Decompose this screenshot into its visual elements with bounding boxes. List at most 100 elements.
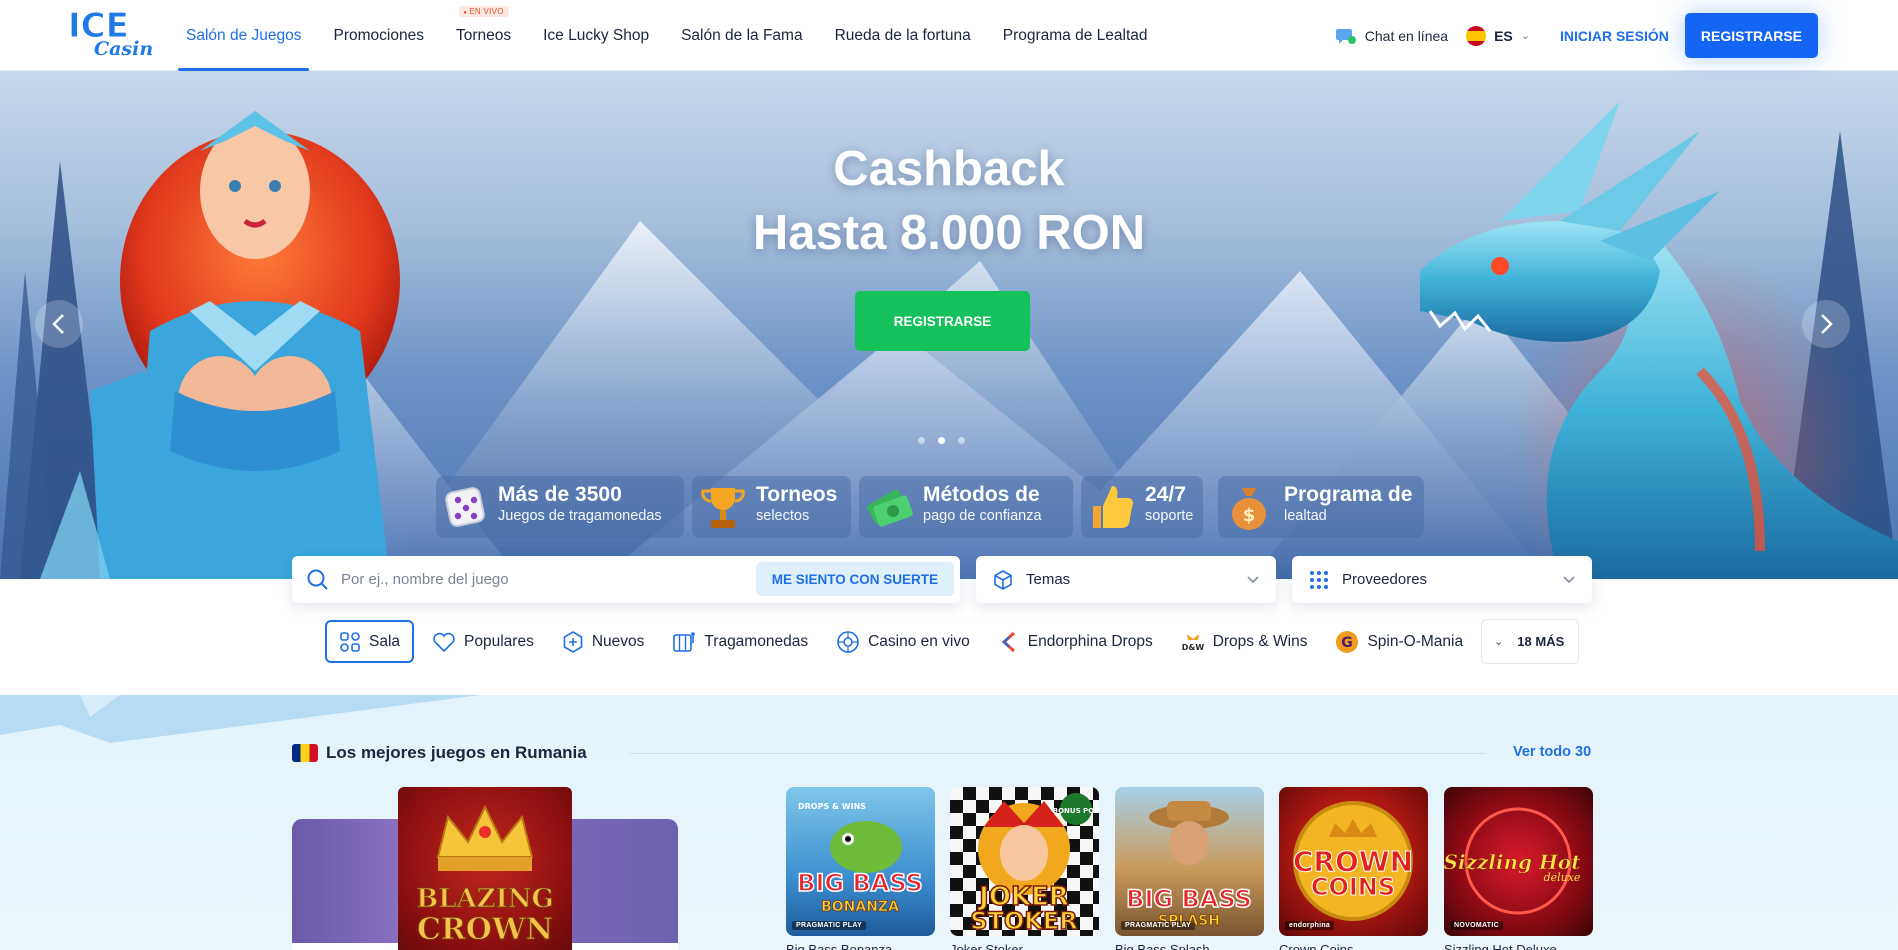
category-endorphina-drops[interactable]: Endorphina Drops: [988, 620, 1163, 663]
category-tabs: Sala Populares Nuevos Tragamonedas Casin…: [325, 619, 1587, 664]
register-button[interactable]: REGISTRARSE: [1684, 13, 1818, 58]
svg-text:BONUS POP: BONUS POP: [1053, 807, 1099, 815]
carousel-next-button[interactable]: [1802, 300, 1850, 348]
svg-text:CROWN: CROWN: [417, 912, 553, 947]
feature-tournaments: Torneos selectos: [692, 476, 851, 538]
language-code: ES: [1494, 27, 1513, 44]
thumbs-up-icon: [1093, 486, 1133, 528]
feature-subtitle: pago de confianza: [923, 508, 1042, 524]
game-card-sizzling-hot-deluxe[interactable]: Sizzling Hot deluxe NOVOMATIC: [1444, 787, 1593, 936]
nav-item-loyalty[interactable]: Programa de Lealtad: [995, 0, 1156, 71]
dice-icon: [445, 487, 485, 527]
nav-item-wheel-of-fortune[interactable]: Rueda de la fortuna: [827, 0, 979, 71]
live-badge: EN VIVO: [458, 6, 509, 17]
language-selector[interactable]: ES ⌄: [1466, 25, 1530, 46]
nav-item-promotions[interactable]: Promociones: [325, 0, 431, 71]
section-title-text: Los mejores juegos en Rumania: [326, 743, 587, 762]
svg-text:BIG BASS: BIG BASS: [797, 869, 923, 897]
logo-art: ICE Casino: [68, 6, 167, 61]
hero-title-line1: Cashback: [833, 142, 1065, 196]
category-popular[interactable]: Populares: [422, 620, 544, 663]
category-slots[interactable]: Tragamonedas: [662, 620, 818, 663]
svg-text:$: $: [1243, 505, 1256, 526]
decorative-ice-shape: [0, 695, 480, 743]
chevron-down-icon: ⌄: [1520, 30, 1530, 42]
carousel-prev-button[interactable]: [35, 300, 83, 348]
chevron-down-icon: [1563, 575, 1575, 583]
hero-register-button[interactable]: REGISTRARSE: [855, 291, 1030, 351]
joker-stoker-art: BONUS POP JOKER STOKER: [969, 793, 1099, 936]
category-live-casino[interactable]: Casino en vivo: [826, 620, 980, 663]
heart-icon: [433, 632, 455, 652]
feature-title: Métodos de: [923, 483, 1040, 506]
feeling-lucky-button[interactable]: ME SIENTO CON SUERTE: [755, 562, 954, 596]
trophy-icon: [701, 488, 745, 528]
category-hall[interactable]: Sala: [325, 620, 415, 663]
game-card-joker-stoker[interactable]: BONUS POP JOKER STOKER: [950, 787, 1099, 936]
svg-text:COINS: COINS: [1311, 873, 1395, 901]
game-name: Sizzling Hot Deluxe: [1444, 942, 1557, 950]
feature-games: Más de 3500 Juegos de tragamonedas: [436, 476, 684, 538]
svg-text:BONANZA: BONANZA: [821, 899, 899, 915]
game-card-crown-coins[interactable]: CROWN COINS endorphina: [1279, 787, 1428, 936]
nav-label: Salón de Juegos: [186, 26, 302, 44]
chevron-right-icon: [1821, 314, 1833, 334]
slot-icon: [673, 631, 696, 652]
svg-text:BLAZING: BLAZING: [416, 884, 554, 914]
chevron-down-icon: [1247, 575, 1259, 583]
carousel-dots: [918, 437, 978, 444]
game-card-big-bass-splash[interactable]: BIG BASS SPLASH PRAGMATIC PLAY: [1115, 787, 1264, 936]
section-title: Los mejores juegos en Rumania: [292, 743, 587, 763]
svg-text:BIG BASS: BIG BASS: [1126, 885, 1252, 913]
category-new[interactable]: Nuevos: [552, 620, 655, 663]
category-drops-wins[interactable]: D&W Drops & Wins: [1171, 620, 1318, 663]
chevron-left-icon: [52, 314, 64, 334]
themes-label: Temas: [1026, 571, 1071, 588]
provider-badge: PRAGMATIC PLAY: [1121, 921, 1196, 930]
sizzling-hot-deluxe-art: Sizzling Hot deluxe: [1444, 807, 1582, 915]
game-name: Crown Coins: [1279, 942, 1354, 950]
carousel-dot[interactable]: [918, 437, 925, 444]
feature-support: 24/7 soporte: [1081, 476, 1203, 538]
category-label: Tragamonedas: [704, 632, 809, 650]
ice-casino-logo[interactable]: ICE Casino: [66, 5, 167, 61]
nav-item-hall-of-fame[interactable]: Salón de la Fama: [673, 0, 811, 71]
nav-item-tournaments[interactable]: EN VIVO Torneos: [448, 0, 519, 71]
top-header: ICE Casino Salón de Juegos Promociones E…: [0, 0, 1898, 71]
crown-coins-art: CROWN COINS: [1292, 801, 1414, 921]
spin-o-mania-icon: G: [1336, 630, 1359, 653]
login-button[interactable]: INICIAR SESIÓN: [1560, 28, 1669, 44]
nav-item-game-hall[interactable]: Salón de Juegos: [178, 0, 310, 71]
live-chat-link[interactable]: Chat en línea: [1335, 26, 1448, 46]
chat-label: Chat en línea: [1364, 27, 1449, 44]
plus-icon: [563, 630, 583, 653]
game-card-big-bass-bonanza[interactable]: DROPS & WINS BIG BASS BONANZA PRAGMATIC …: [786, 787, 935, 936]
carousel-dot-active[interactable]: [938, 437, 945, 444]
feature-subtitle: soporte: [1145, 508, 1194, 524]
endorphina-icon: [1001, 631, 1015, 652]
category-label: Endorphina Drops: [1027, 632, 1153, 650]
featured-game-card[interactable]: BLAZING CROWN: [398, 787, 572, 950]
more-categories-button[interactable]: ⌄ 18 MÁS: [1481, 619, 1580, 664]
money-icon: [867, 489, 913, 527]
feature-title: 24/7: [1145, 483, 1186, 506]
game-name: Big Bass Bonanza: [786, 942, 893, 950]
see-all-link[interactable]: Ver todo 30: [1513, 744, 1591, 760]
provider-badge: PRAGMATIC PLAY: [792, 921, 867, 930]
themes-dropdown[interactable]: Temas: [976, 556, 1276, 603]
svg-text:G: G: [1342, 635, 1354, 651]
category-label: Populares: [464, 632, 534, 650]
providers-dropdown[interactable]: Proveedores: [1292, 556, 1592, 603]
svg-text:deluxe: deluxe: [1544, 871, 1581, 884]
nav-label: Ice Lucky Shop: [543, 26, 650, 44]
category-spin-o-mania[interactable]: G Spin-O-Mania: [1325, 620, 1473, 663]
search-input[interactable]: [341, 568, 741, 590]
nav-item-lucky-shop[interactable]: Ice Lucky Shop: [535, 0, 657, 71]
hero-title-line2: Hasta 8.000 RON: [752, 206, 1146, 260]
feature-strip: Más de 3500 Juegos de tragamonedas Torne…: [0, 476, 1898, 538]
game-name: Joker Stoker: [950, 942, 1023, 950]
game-search-box: ME SIENTO CON SUERTE: [292, 556, 960, 603]
carousel-dot[interactable]: [958, 437, 965, 444]
nav-label: Rueda de la fortuna: [834, 26, 971, 44]
feature-title: Programa de: [1284, 483, 1413, 506]
